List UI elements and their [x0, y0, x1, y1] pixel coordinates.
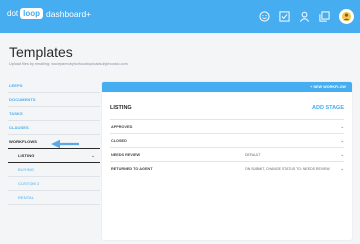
sidebar-item-documents[interactable]: DOCUMENTS — [8, 93, 100, 107]
stage-list: APPROVED ⌄ CLOSED ⌄ NEEDS REVIEW DEFAULT… — [110, 119, 344, 175]
stage-info: DEFAULT — [245, 152, 261, 157]
panel-title: LISTING — [110, 105, 132, 111]
sidebar-item-tasks[interactable]: TASKS — [8, 107, 100, 121]
new-workflow-button[interactable]: + NEW WORKFLOW — [102, 82, 352, 92]
avatar[interactable] — [339, 9, 354, 24]
brand-logo[interactable]: dot loop dashboard+ — [7, 8, 91, 19]
stage-row-needs-review[interactable]: NEEDS REVIEW DEFAULT ⌄ — [110, 147, 344, 161]
brand-box: loop — [20, 8, 44, 19]
chevron-down-icon[interactable]: ⌄ — [336, 162, 344, 176]
stage-row-approved[interactable]: APPROVED ⌄ — [110, 119, 344, 133]
sidebar-item-leeps[interactable]: LEEPS — [8, 79, 100, 93]
sidebar-item-clauses[interactable]: CLAUSES — [8, 121, 100, 135]
stage-name: RETURNED TO AGENT — [111, 166, 153, 171]
brand-prefix: dot — [7, 9, 19, 18]
stage-row-closed[interactable]: CLOSED ⌄ — [110, 133, 344, 147]
smiley-icon[interactable] — [259, 11, 270, 22]
chevron-down-icon[interactable]: ⌄ — [336, 148, 344, 162]
pointer-arrow-icon — [51, 139, 79, 149]
chevron-down-icon[interactable]: ⌄ — [336, 134, 344, 148]
stage-name: APPROVED — [111, 124, 133, 129]
chevron-down-icon: ⌄ — [91, 153, 95, 158]
add-stage-button[interactable]: ADD STAGE — [312, 105, 344, 111]
sidebar-subitem-rental[interactable]: RENTAL — [8, 191, 100, 205]
stage-info: ON SUBMIT, CHANGE STATUS TO: NEEDS REVIE… — [245, 166, 330, 171]
sidebar-subitem-listing[interactable]: LISTING ⌄ — [8, 149, 100, 163]
chevron-down-icon[interactable]: ⌄ — [336, 120, 344, 134]
copy-icon[interactable] — [319, 11, 330, 22]
brand-suffix: dashboard+ — [46, 8, 92, 19]
sidebar-subitem-custom2[interactable]: CUSTOM 2 — [8, 177, 100, 191]
stage-row-returned-to-agent[interactable]: RETURNED TO AGENT ON SUBMIT, CHANGE STAT… — [110, 161, 344, 175]
stage-name: NEEDS REVIEW — [111, 152, 141, 157]
sidebar-subitem-label: LISTING — [18, 153, 35, 158]
stage-name: CLOSED — [111, 138, 127, 143]
checkbox-icon[interactable] — [279, 11, 290, 22]
top-bar: dot loop dashboard+ — [0, 0, 360, 33]
page-title: Templates — [9, 44, 73, 60]
workflow-panel: + NEW WORKFLOW LISTING ADD STAGE APPROVE… — [102, 82, 352, 240]
user-icon[interactable] — [299, 11, 310, 22]
sidebar-subitem-buying[interactable]: BUYING — [8, 163, 100, 177]
top-icons — [259, 9, 354, 24]
page-subtitle: Upload files by emailing: wocepareobyfox… — [9, 62, 128, 66]
panel-title-row: LISTING ADD STAGE — [102, 105, 352, 111]
